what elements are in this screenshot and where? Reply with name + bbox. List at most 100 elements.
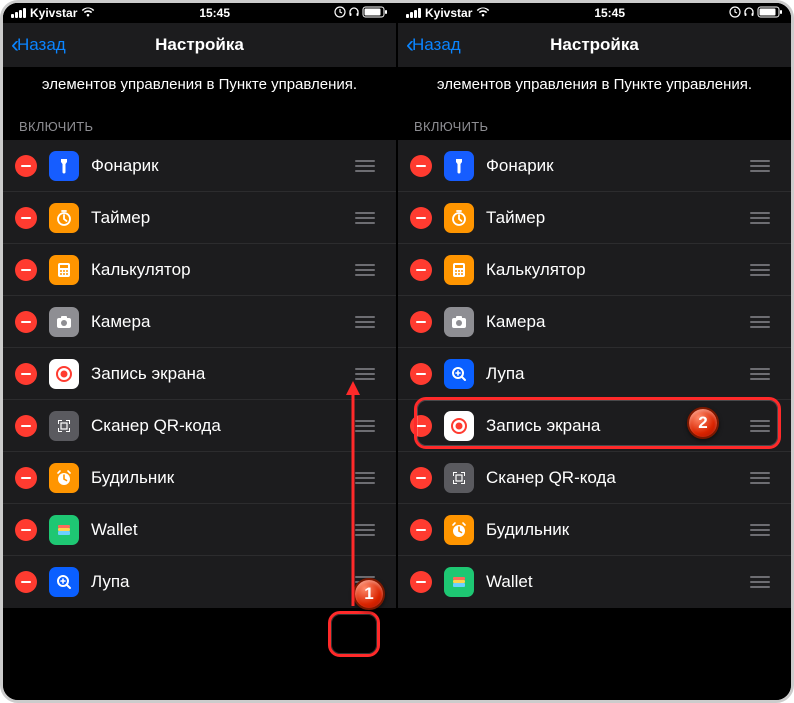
drag-handle[interactable]: [741, 524, 779, 536]
record-icon: [49, 359, 79, 389]
nav-bar: ‹ Назад Настройка: [398, 23, 791, 67]
drag-handle[interactable]: [741, 472, 779, 484]
page-title: Настройка: [155, 35, 244, 55]
signal-icon: [406, 8, 421, 18]
list-item: Wallet: [3, 504, 396, 556]
item-label: Лупа: [91, 572, 346, 592]
list-item: Таймер: [398, 192, 791, 244]
remove-button[interactable]: [410, 519, 432, 541]
drag-handle[interactable]: [741, 576, 779, 588]
magnifier-icon: [444, 359, 474, 389]
item-label: Камера: [486, 312, 741, 332]
remove-button[interactable]: [410, 363, 432, 385]
wallet-icon: [444, 567, 474, 597]
badge-step-1: 1: [353, 578, 385, 610]
drag-handle[interactable]: [346, 212, 384, 224]
item-label: Камера: [91, 312, 346, 332]
clock-label: 15:45: [594, 6, 625, 20]
list-item: Лупа: [398, 348, 791, 400]
nav-bar: ‹ Назад Настройка: [3, 23, 396, 67]
wallet-icon: [49, 515, 79, 545]
list-item: Wallet: [398, 556, 791, 608]
alarm-status-icon: [334, 6, 346, 21]
item-label: Калькулятор: [91, 260, 346, 280]
qr-icon: [49, 411, 79, 441]
list-item: Запись экрана: [398, 400, 791, 452]
remove-button[interactable]: [15, 363, 37, 385]
drag-handle[interactable]: [346, 316, 384, 328]
drag-handle[interactable]: [346, 472, 384, 484]
remove-button[interactable]: [410, 415, 432, 437]
back-button[interactable]: ‹ Назад: [406, 31, 461, 59]
list-item: Калькулятор: [3, 244, 396, 296]
drag-handle[interactable]: [741, 212, 779, 224]
carrier-label: Kyivstar: [30, 6, 77, 20]
back-button[interactable]: ‹ Назад: [11, 31, 66, 59]
remove-button[interactable]: [410, 207, 432, 229]
control-list-right: Фонарик Таймер Калькулятор Камера Лупа Запись…: [398, 140, 791, 608]
list-item: Фонарик: [3, 140, 396, 192]
item-label: Запись экрана: [91, 364, 346, 384]
remove-button[interactable]: [15, 155, 37, 177]
section-header-include: ВКЛЮЧИТЬ: [3, 113, 396, 140]
item-label: Сканер QR-кода: [91, 416, 346, 436]
camera-icon: [49, 307, 79, 337]
wifi-icon: [476, 6, 490, 20]
drag-handle[interactable]: [346, 368, 384, 380]
remove-button[interactable]: [15, 207, 37, 229]
remove-button[interactable]: [15, 519, 37, 541]
status-bar: Kyivstar 15:45: [398, 3, 791, 23]
record-icon: [444, 411, 474, 441]
wifi-icon: [81, 6, 95, 20]
headphones-icon: [348, 6, 360, 21]
drag-handle[interactable]: [346, 524, 384, 536]
drag-handle[interactable]: [346, 264, 384, 276]
list-item: Таймер: [3, 192, 396, 244]
camera-icon: [444, 307, 474, 337]
alarm-status-icon: [729, 6, 741, 21]
qr-icon: [444, 463, 474, 493]
item-label: Таймер: [91, 208, 346, 228]
item-label: Wallet: [486, 572, 741, 592]
list-item: Калькулятор: [398, 244, 791, 296]
page-subtitle: элементов управления в Пункте управления…: [3, 67, 396, 113]
remove-button[interactable]: [15, 571, 37, 593]
drag-handle[interactable]: [346, 420, 384, 432]
carrier-label: Kyivstar: [425, 6, 472, 20]
remove-button[interactable]: [410, 311, 432, 333]
drag-handle[interactable]: [741, 420, 779, 432]
list-item: Камера: [398, 296, 791, 348]
remove-button[interactable]: [15, 311, 37, 333]
remove-button[interactable]: [15, 467, 37, 489]
item-label: Будильник: [486, 520, 741, 540]
list-item: Камера: [3, 296, 396, 348]
remove-button[interactable]: [15, 259, 37, 281]
drag-handle[interactable]: [346, 160, 384, 172]
flashlight-icon: [49, 151, 79, 181]
drag-handle[interactable]: [741, 160, 779, 172]
item-label: Таймер: [486, 208, 741, 228]
item-label: Фонарик: [486, 156, 741, 176]
remove-button[interactable]: [410, 259, 432, 281]
remove-button[interactable]: [410, 467, 432, 489]
list-item: Фонарик: [398, 140, 791, 192]
flashlight-icon: [444, 151, 474, 181]
list-item: Запись экрана: [3, 348, 396, 400]
drag-handle[interactable]: [741, 316, 779, 328]
timer-icon: [444, 203, 474, 233]
drag-handle[interactable]: [741, 264, 779, 276]
remove-button[interactable]: [410, 571, 432, 593]
remove-button[interactable]: [15, 415, 37, 437]
phone-left: Kyivstar 15:45 ‹ Назад Настройка элемент…: [3, 3, 396, 700]
drag-handle[interactable]: [741, 368, 779, 380]
clock-label: 15:45: [199, 6, 230, 20]
back-label: Назад: [412, 35, 461, 55]
remove-button[interactable]: [410, 155, 432, 177]
battery-icon: [362, 6, 388, 21]
list-item: Будильник: [398, 504, 791, 556]
control-list-left: Фонарик Таймер Калькулятор Камера Запись экр…: [3, 140, 396, 608]
badge-step-2: 2: [687, 407, 719, 439]
item-label: Лупа: [486, 364, 741, 384]
alarm-icon: [444, 515, 474, 545]
section-header-include: ВКЛЮЧИТЬ: [398, 113, 791, 140]
